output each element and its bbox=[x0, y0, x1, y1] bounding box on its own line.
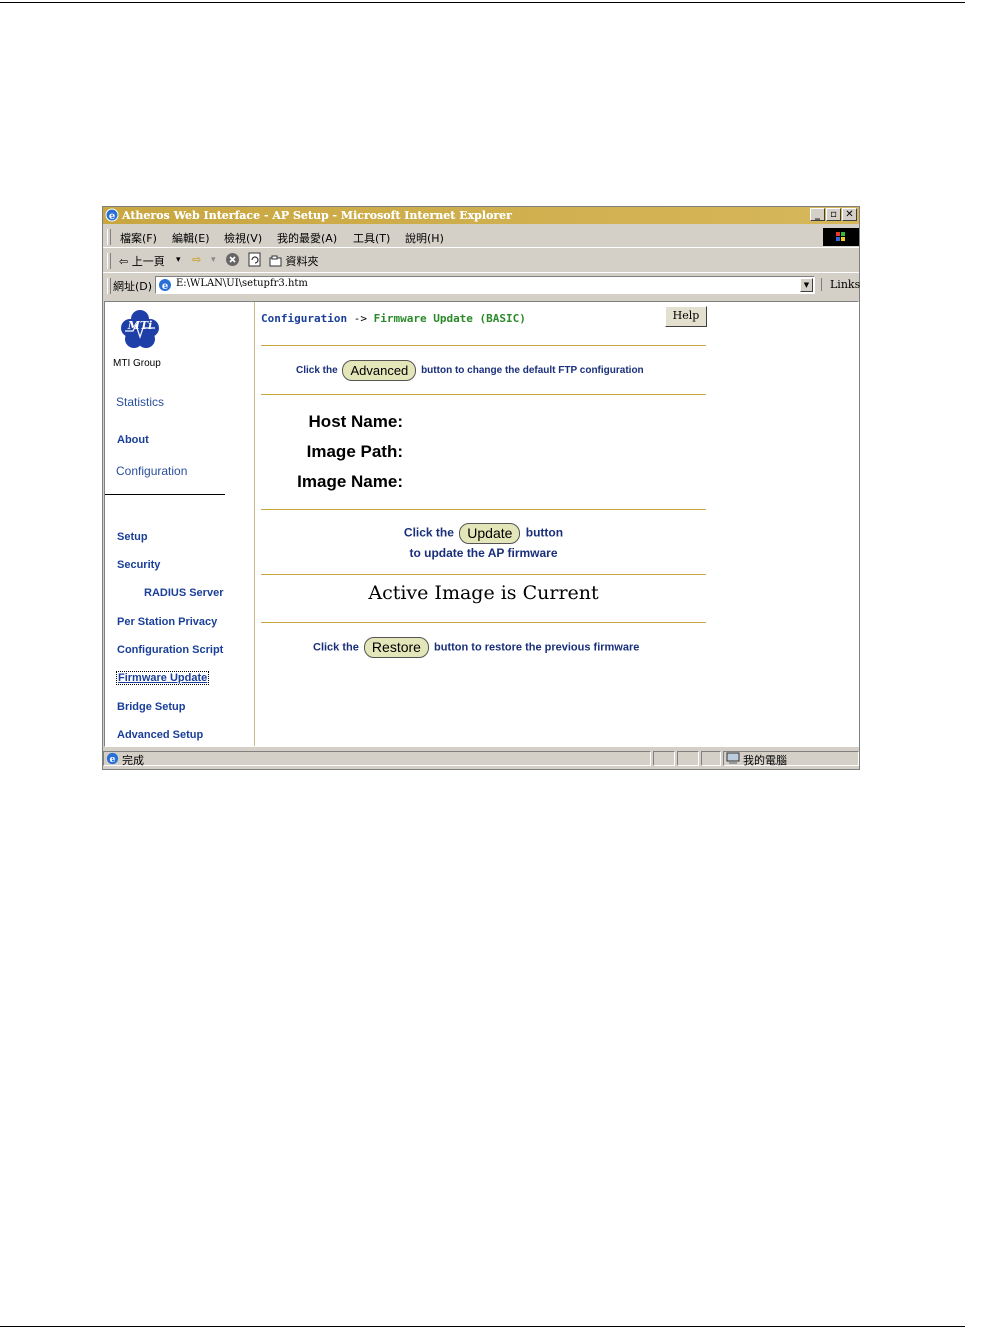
status-cell-4 bbox=[701, 751, 721, 766]
sidebar-item-per-station-privacy[interactable]: Per Station Privacy bbox=[117, 616, 217, 628]
svg-text:e: e bbox=[109, 211, 115, 222]
update-instruction-line2: to update the AP firmware bbox=[409, 546, 558, 560]
update-prefix: Click the bbox=[403, 525, 454, 540]
title-bar: e Atheros Web Interface - AP Setup - Mic… bbox=[103, 207, 859, 224]
restore-suffix: button to restore the previous firmware bbox=[434, 641, 640, 654]
logo-text: MTi bbox=[127, 319, 153, 332]
active-image-status: Active Image is Current bbox=[368, 582, 599, 604]
menu-edit[interactable]: 編輯(E) bbox=[172, 230, 210, 246]
sidebar-item-advanced-setup[interactable]: Advanced Setup bbox=[117, 729, 203, 741]
status-bar: e 完成 我的電腦 bbox=[103, 750, 859, 768]
links-button[interactable]: Links bbox=[821, 278, 860, 291]
sidebar-item-firmware-update[interactable]: Firmware Update bbox=[116, 671, 210, 685]
forward-button[interactable]: ⇨ bbox=[192, 253, 201, 266]
advanced-instruction: Click the Advanced button to change the … bbox=[296, 360, 644, 381]
svg-text:e: e bbox=[110, 754, 116, 765]
update-suffix: button bbox=[525, 525, 564, 540]
logo-caption: MTI Group bbox=[113, 358, 161, 369]
breadcrumb: Configuration -> Firmware Update (BASIC) bbox=[261, 312, 526, 325]
page-bottom-rule bbox=[0, 1326, 965, 1327]
svg-text:e: e bbox=[162, 281, 168, 292]
address-value: E:\WLAN\UI\setupfr3.htm bbox=[176, 278, 308, 289]
advanced-button[interactable]: Advanced bbox=[342, 360, 417, 381]
update-instruction-line1: Click the Update button bbox=[261, 523, 706, 544]
forward-dropdown-icon[interactable]: ▾ bbox=[211, 255, 216, 265]
divider-1 bbox=[261, 345, 706, 346]
standard-toolbar: ⇦ 上一頁 ▾ ⇨ ▾ 資料夾 bbox=[103, 249, 859, 273]
address-label: 網址(D) bbox=[113, 280, 153, 293]
back-arrow-icon: ⇦ bbox=[119, 255, 129, 268]
status-main-cell: e 完成 bbox=[103, 751, 651, 767]
my-computer-icon bbox=[726, 752, 740, 764]
menu-file[interactable]: 檔案(F) bbox=[120, 230, 157, 246]
window-title: Atheros Web Interface - AP Setup - Micro… bbox=[122, 209, 512, 222]
menu-bar: 檔案(F) 編輯(E) 檢視(V) 我的最愛(A) 工具(T) 說明(H) bbox=[103, 226, 859, 248]
close-button[interactable]: ✕ bbox=[842, 208, 857, 221]
stop-icon bbox=[226, 253, 239, 266]
advanced-suffix: button to change the default FTP configu… bbox=[421, 365, 644, 377]
sidebar-item-security[interactable]: Security bbox=[117, 559, 160, 571]
menu-tools[interactable]: 工具(T) bbox=[353, 230, 390, 246]
update-button[interactable]: Update bbox=[459, 523, 521, 544]
sidebar-item-configuration-script[interactable]: Configuration Script bbox=[117, 644, 223, 656]
divider-2 bbox=[261, 394, 706, 395]
refresh-icon bbox=[248, 252, 261, 267]
menu-favorites[interactable]: 我的最愛(A) bbox=[277, 230, 337, 246]
status-text: 完成 bbox=[122, 754, 144, 767]
address-input[interactable]: e E:\WLAN\UI\setupfr3.htm ▼ bbox=[155, 276, 815, 294]
sidebar-item-setup[interactable]: Setup bbox=[117, 531, 148, 543]
refresh-button[interactable] bbox=[248, 252, 262, 270]
host-name-label: Host Name: bbox=[308, 412, 403, 431]
page-done-icon: e bbox=[106, 752, 119, 765]
page-icon: e bbox=[159, 279, 171, 292]
image-name-label: Image Name: bbox=[297, 472, 403, 491]
stop-button[interactable] bbox=[225, 252, 240, 270]
sidebar-item-configuration[interactable]: Configuration bbox=[116, 464, 187, 478]
image-path-label: Image Path: bbox=[306, 442, 403, 461]
page-viewport: MTi MTI Group Statistics About Configura… bbox=[104, 301, 859, 747]
back-label: 上一頁 bbox=[131, 255, 165, 268]
sidebar-item-statistics[interactable]: Statistics bbox=[116, 395, 164, 409]
sidebar: MTi MTI Group Statistics About Configura… bbox=[105, 302, 255, 746]
breadcrumb-current: Firmware Update (BASIC) bbox=[373, 312, 526, 325]
status-cell-2 bbox=[653, 751, 675, 766]
folder-icon bbox=[269, 255, 282, 267]
address-bar: 網址(D) e E:\WLAN\UI\setupfr3.htm ▼ Links bbox=[103, 274, 860, 298]
main-panel: Configuration -> Firmware Update (BASIC)… bbox=[255, 302, 860, 746]
divider-4 bbox=[261, 574, 706, 575]
folders-button[interactable]: 資料夾 bbox=[269, 253, 319, 269]
menubar-grip[interactable] bbox=[107, 229, 111, 245]
ie-logo-icon: e bbox=[105, 208, 119, 222]
address-dropdown-icon[interactable]: ▼ bbox=[800, 278, 813, 292]
divider-5 bbox=[261, 622, 706, 623]
sidebar-item-about[interactable]: About bbox=[117, 434, 149, 446]
sidebar-divider bbox=[105, 494, 225, 495]
folders-label: 資料夾 bbox=[285, 255, 319, 268]
back-dropdown-icon[interactable]: ▾ bbox=[176, 255, 181, 265]
browser-window: e Atheros Web Interface - AP Setup - Mic… bbox=[102, 206, 860, 770]
restore-button[interactable]: ▫ bbox=[826, 208, 841, 221]
sidebar-item-radius-server[interactable]: RADIUS Server bbox=[144, 587, 223, 599]
windows-flag-icon bbox=[823, 228, 859, 246]
sidebar-item-bridge-setup[interactable]: Bridge Setup bbox=[117, 701, 185, 713]
divider-3 bbox=[261, 509, 706, 510]
restore-instruction: Click the Restore button to restore the … bbox=[313, 637, 639, 658]
toolbar-grip[interactable] bbox=[107, 253, 111, 269]
status-cell-3 bbox=[677, 751, 699, 766]
mti-logo: MTi bbox=[121, 310, 159, 348]
restore-prefix: Click the bbox=[313, 641, 359, 654]
advanced-prefix: Click the bbox=[296, 365, 338, 377]
minimize-button[interactable]: _ bbox=[810, 208, 825, 221]
status-zone-cell: 我的電腦 bbox=[723, 751, 859, 767]
addressbar-grip[interactable] bbox=[107, 278, 111, 294]
page-top-rule bbox=[0, 2, 965, 3]
back-button[interactable]: ⇦ 上一頁 bbox=[119, 253, 165, 269]
menu-help[interactable]: 說明(H) bbox=[405, 230, 444, 246]
breadcrumb-arrow: -> bbox=[353, 312, 367, 325]
breadcrumb-root[interactable]: Configuration bbox=[261, 312, 347, 325]
help-button[interactable]: Help bbox=[665, 306, 707, 327]
zone-text: 我的電腦 bbox=[743, 754, 787, 767]
menu-view[interactable]: 檢視(V) bbox=[224, 230, 262, 246]
restore-button[interactable]: Restore bbox=[363, 637, 429, 658]
